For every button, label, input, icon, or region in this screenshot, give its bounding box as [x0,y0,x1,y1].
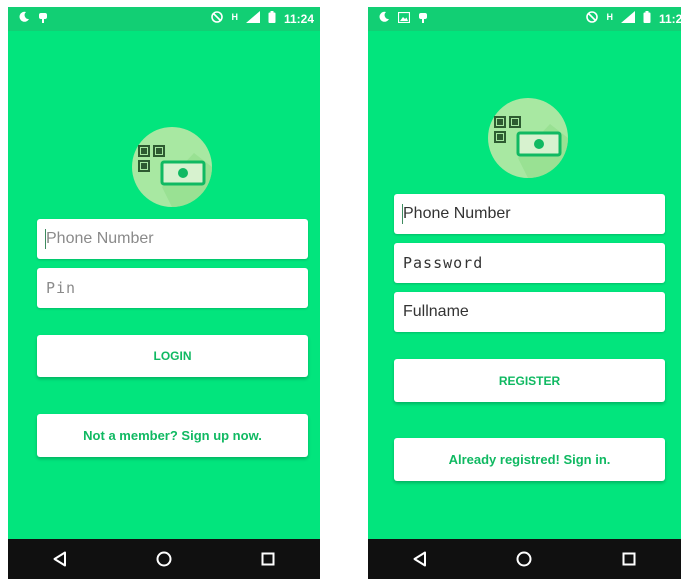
fullname-field[interactable] [394,292,665,332]
status-bar: H 11:24 [368,7,681,31]
home-icon[interactable] [509,544,539,574]
password-input[interactable] [394,243,665,283]
recents-icon[interactable] [253,544,283,574]
app-logo [132,127,212,207]
pin-field[interactable] [37,268,308,308]
phone-number-field[interactable] [37,219,308,259]
moon-icon [18,11,30,26]
do-not-disturb-icon [211,11,224,26]
status-bar: H 11:24 [8,7,320,31]
phone-number-input[interactable] [37,219,308,259]
sign-up-button[interactable]: Not a member? Sign up now. [37,414,308,457]
home-icon[interactable] [149,544,179,574]
battery-icon [643,11,651,26]
do-not-disturb-icon [586,11,599,26]
register-screen: H 11:24 RE [368,7,681,579]
network-type-label: H [606,11,613,22]
phone-number-input[interactable] [394,194,665,234]
navigation-bar [368,539,681,579]
register-button[interactable]: REGISTER [394,359,665,402]
network-type-label: H [231,11,238,22]
fullname-input[interactable] [394,292,665,332]
back-icon[interactable] [405,544,435,574]
pin-input[interactable] [37,268,308,308]
recents-icon[interactable] [614,544,644,574]
image-notification-icon [397,11,411,26]
signal-icon [245,11,260,26]
clock: 11:24 [283,11,314,26]
phone-number-field[interactable] [394,194,665,234]
sign-in-button[interactable]: Already registred! Sign in. [394,438,665,481]
battery-icon [268,11,276,26]
moon-icon [378,11,390,26]
login-screen: H 11:24 LOGIN Not a [8,7,320,579]
login-button[interactable]: LOGIN [37,335,308,377]
text-cursor [402,204,403,224]
navigation-bar [8,539,320,579]
signal-icon [620,11,635,26]
android-debug-icon [418,11,428,26]
app-logo [488,98,568,178]
text-cursor [45,229,46,249]
android-debug-icon [38,11,48,26]
clock: 11:24 [658,11,681,26]
password-field[interactable] [394,243,665,283]
back-icon[interactable] [45,544,75,574]
